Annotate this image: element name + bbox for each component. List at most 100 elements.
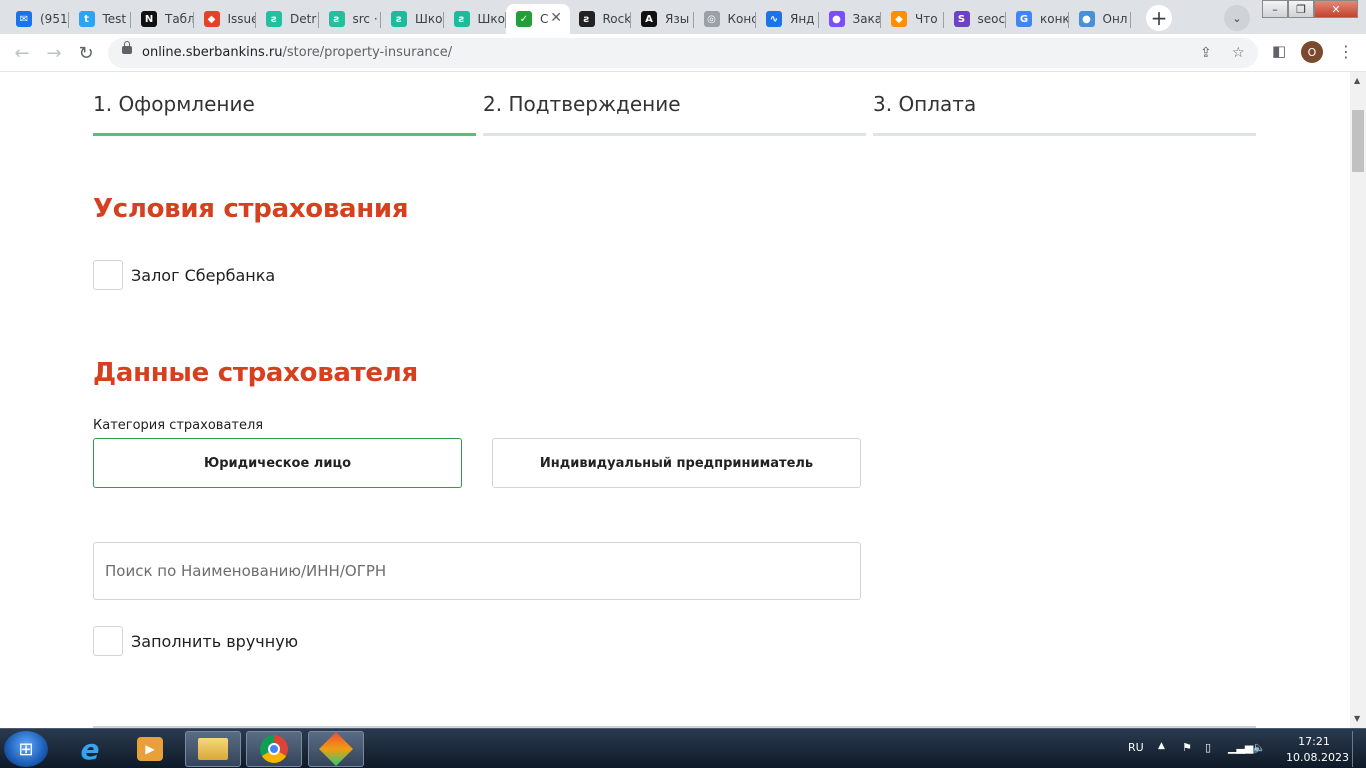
step-2-bar <box>483 133 866 136</box>
tab-favicon-icon: ƨ <box>391 11 407 27</box>
browser-tab[interactable]: ƨ Rock <box>569 4 631 34</box>
tab-favicon-icon: ✓ <box>516 11 532 27</box>
browser-tab[interactable]: ƨ Шко <box>444 4 506 34</box>
volume-icon[interactable]: 🔈 <box>1252 741 1266 754</box>
tab-favicon-icon: G <box>1016 11 1032 27</box>
scrollbar-thumb[interactable] <box>1352 110 1364 172</box>
tab-separator <box>1130 12 1131 28</box>
company-search-input[interactable] <box>93 542 861 600</box>
chrome-taskbar-icon[interactable] <box>246 731 302 767</box>
browser-tab[interactable]: ◎ Конс <box>694 4 757 34</box>
taskbar-clock[interactable]: 17:21 10.08.2023 <box>1286 734 1349 766</box>
insurer-title: Данные страхователя <box>93 358 418 388</box>
address-bar[interactable]: online.sberbankins.ru/store/property-ins… <box>108 38 1258 68</box>
browser-tab[interactable]: ƨ Detr <box>256 4 319 34</box>
windows-start-icon[interactable]: ⊞ <box>4 731 48 767</box>
manual-fill-checkbox[interactable] <box>93 626 123 656</box>
side-panel-icon[interactable]: ◧ <box>1272 42 1286 60</box>
maximize-icon[interactable]: ❐ <box>1288 0 1314 18</box>
scroll-up-icon[interactable]: ▲ <box>1354 76 1360 85</box>
tab-favicon-icon: ƨ <box>578 11 595 27</box>
tab-label: Issue <box>227 12 257 26</box>
power-icon[interactable]: ▯ <box>1205 741 1211 754</box>
show-desktop-button[interactable] <box>1352 731 1364 767</box>
conditions-title: Условия страхования <box>93 194 409 224</box>
new-tab-button[interactable]: + <box>1146 5 1172 31</box>
browser-tab[interactable]: t Test <box>69 4 131 34</box>
pledge-label[interactable]: Залог Сбербанка <box>131 266 275 285</box>
lock-icon[interactable] <box>122 41 132 54</box>
tab-label: Шко <box>415 12 443 26</box>
url-host: online.sberbankins.ru <box>142 45 283 60</box>
browser-tab[interactable]: Gконк <box>1006 4 1069 34</box>
page-content: 1. Оформление 2. Подтверждение 3. Оплата… <box>0 72 1350 728</box>
option-legal-entity-button[interactable]: Юридическое лицо <box>93 438 462 488</box>
step-1-label: 1. Оформление <box>93 92 255 116</box>
option-entrepreneur-button[interactable]: Индивидуальный предприниматель <box>492 438 861 488</box>
close-window-icon[interactable]: ✕ <box>1314 0 1358 18</box>
git-glyph <box>319 732 353 766</box>
category-label: Категория страхователя <box>93 418 264 433</box>
pledge-checkbox[interactable] <box>93 260 123 290</box>
git-gui-icon[interactable] <box>308 731 364 767</box>
forward-icon[interactable]: → <box>42 41 66 65</box>
page-scrollbar[interactable]: ▲ ▼ <box>1350 72 1366 728</box>
tab-label: Detr <box>290 12 317 26</box>
bookmark-star-icon[interactable]: ☆ <box>1232 45 1245 61</box>
folder-glyph <box>198 738 228 760</box>
action-center-icon[interactable]: ⚑ <box>1182 741 1192 754</box>
browser-tab[interactable]: ◆ Issue <box>194 4 257 34</box>
share-icon[interactable]: ⇪ <box>1200 45 1212 61</box>
step-2-label: 2. Подтверждение <box>483 92 681 116</box>
scroll-down-icon[interactable]: ▼ <box>1354 714 1360 723</box>
tray-expand-icon[interactable]: ▲ <box>1158 741 1165 751</box>
tab-favicon-icon: ● <box>1078 11 1095 27</box>
tab-favicon-icon: ƨ <box>328 11 345 27</box>
close-tab-icon[interactable]: ✕ <box>550 10 562 26</box>
url-path: /store/property-insurance/ <box>282 45 453 60</box>
browser-tab[interactable]: N Табл <box>131 4 194 34</box>
browser-tab[interactable]: A Язы <box>631 4 694 34</box>
browser-tab[interactable]: ✓ С ✕ <box>506 4 570 34</box>
tab-label: Янд <box>790 12 815 26</box>
browser-tab[interactable]: ● Онл <box>1069 4 1131 34</box>
tab-favicon-icon: S <box>953 11 970 27</box>
minimize-icon[interactable]: – <box>1262 0 1288 18</box>
browser-tab[interactable]: ƨ src · <box>319 4 381 34</box>
browser-tab[interactable]: ƨ Шко <box>381 4 444 34</box>
profile-avatar[interactable]: О <box>1301 41 1323 63</box>
step-3-bar <box>873 133 1256 136</box>
tab-label: seoc <box>977 12 1006 26</box>
network-icon[interactable]: ▁▃▅ <box>1228 741 1253 754</box>
tab-label: Test <box>102 12 127 26</box>
browser-toolbar: ← → ↻ online.sberbankins.ru/store/proper… <box>0 34 1366 72</box>
browser-tab[interactable]: ✉ (951 <box>6 4 69 34</box>
internet-explorer-icon[interactable]: e <box>62 731 118 767</box>
media-player-icon[interactable]: ▶ <box>122 731 178 767</box>
tab-favicon-icon: ● <box>828 11 845 27</box>
step-1-bar <box>93 133 476 136</box>
step-3-label: 3. Оплата <box>873 92 977 116</box>
browser-tab[interactable]: ◆ Что <box>881 4 944 34</box>
browser-tab-strip: ✉ (951 t Test N Табл ◆ Issue ƨ Detr ƨ src · ƨ Шко ƨ Шко… <box>0 0 1366 34</box>
language-indicator[interactable]: RU <box>1128 741 1144 754</box>
clock-date: 10.08.2023 <box>1286 751 1349 764</box>
tab-favicon-icon: ∿ <box>766 11 782 27</box>
back-icon[interactable]: ← <box>10 41 34 65</box>
menu-kebab-icon[interactable]: ⋮ <box>1338 42 1354 61</box>
manual-fill-label[interactable]: Заполнить вручную <box>131 632 298 651</box>
tab-search-button[interactable]: ⌄ <box>1224 5 1250 31</box>
tab-favicon-icon: ƨ <box>453 11 470 27</box>
file-explorer-icon[interactable] <box>185 731 241 767</box>
tab-label: Конс <box>727 12 757 26</box>
tab-label: (951 <box>40 12 68 26</box>
browser-tab[interactable]: ● Зака <box>819 4 881 34</box>
tab-favicon-icon: ƨ <box>266 11 282 27</box>
media-glyph: ▶ <box>137 737 163 761</box>
ie-glyph: e <box>80 732 100 766</box>
browser-tab[interactable]: Sseoc <box>944 4 1006 34</box>
clock-time: 17:21 <box>1298 735 1330 748</box>
reload-icon[interactable]: ↻ <box>74 41 98 65</box>
browser-tab[interactable]: ∿ Янд <box>756 4 819 34</box>
tab-label: конк <box>1040 12 1069 26</box>
